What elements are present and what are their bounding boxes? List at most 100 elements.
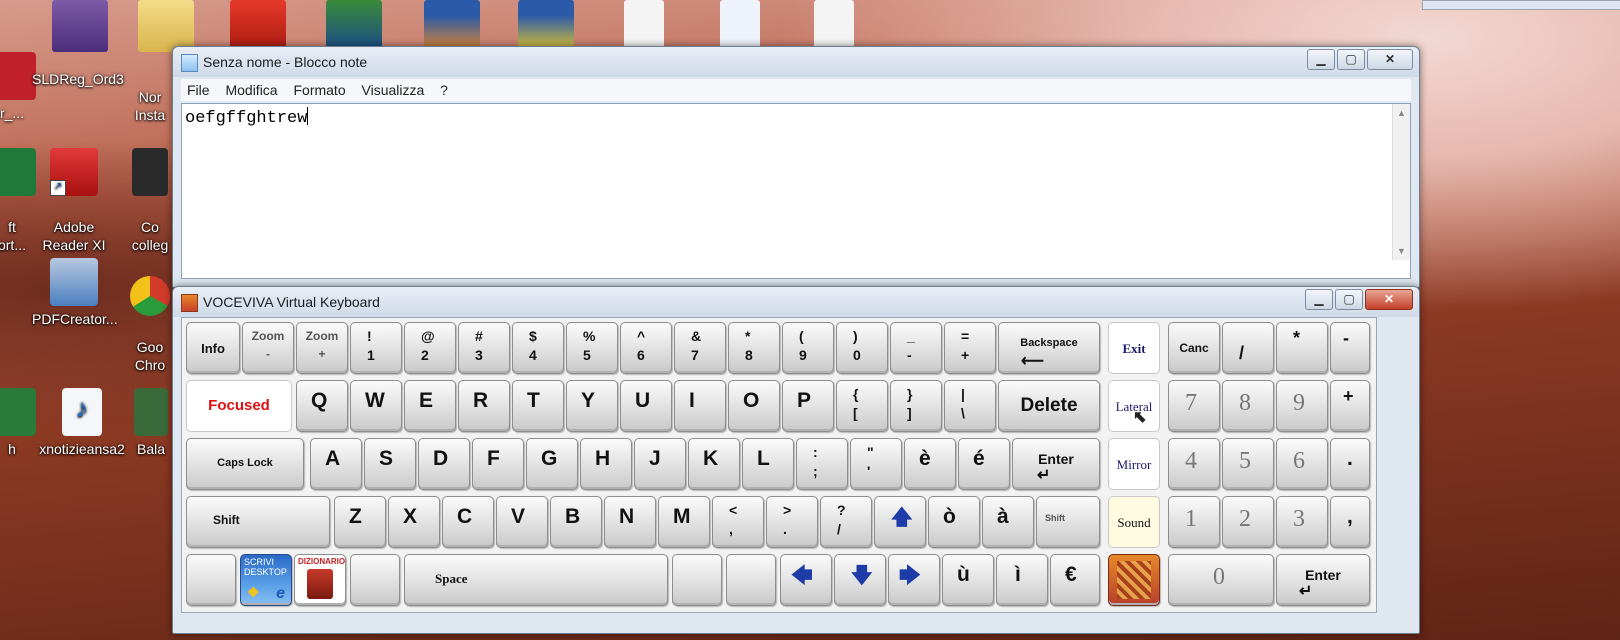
menu-formato[interactable]: Formato: [287, 79, 351, 98]
key-blank-3[interactable]: [672, 554, 722, 606]
key-i[interactable]: I: [674, 380, 726, 432]
key-mirror[interactable]: Mirror: [1108, 438, 1160, 490]
key-o-grave[interactable]: ò: [928, 496, 980, 548]
maximize-button[interactable]: ▢: [1337, 49, 1365, 70]
key-focused[interactable]: Focused: [186, 380, 292, 432]
key-o[interactable]: O: [728, 380, 780, 432]
maximize-button[interactable]: ▢: [1335, 289, 1363, 310]
key-u-grave[interactable]: ù: [942, 554, 994, 606]
desktop-icon-norton[interactable]: Nor Insta: [120, 52, 180, 123]
key-num-8[interactable]: 8: [1222, 380, 1274, 432]
key-dizionario[interactable]: DIZIONARIO: [294, 554, 346, 606]
desktop-top-icon-folder[interactable]: [138, 0, 194, 52]
key-num-comma[interactable]: ,: [1330, 496, 1370, 548]
key-c[interactable]: C: [442, 496, 494, 548]
key-s[interactable]: S: [364, 438, 416, 490]
key-question[interactable]: ? /: [820, 496, 872, 548]
menu-modifica[interactable]: Modifica: [219, 79, 283, 98]
notepad-text-area[interactable]: oefgffghtrew ▲ ▼: [181, 103, 1411, 279]
desktop-icon-xnotizieansa2[interactable]: ♪ xnotizieansa2: [32, 388, 132, 458]
key-2[interactable]: @2: [404, 322, 456, 374]
key-num-6[interactable]: 6: [1276, 438, 1328, 490]
key-zoom-plus[interactable]: Zoom +: [296, 322, 348, 374]
key-greater-than[interactable]: >.: [766, 496, 818, 548]
key-exit[interactable]: Exit: [1108, 322, 1160, 374]
key-zoom-minus[interactable]: Zoom -: [242, 322, 294, 374]
key-r[interactable]: R: [458, 380, 510, 432]
key-num-5[interactable]: 5: [1222, 438, 1274, 490]
key-e-acute[interactable]: é: [958, 438, 1010, 490]
key-t[interactable]: T: [512, 380, 564, 432]
key-4[interactable]: $4: [512, 322, 564, 374]
key-3[interactable]: #3: [458, 322, 510, 374]
key-info[interactable]: Info: [186, 322, 240, 374]
key-arrow-up[interactable]: 🡅: [874, 496, 926, 548]
key-lateral[interactable]: Lateral ⬉: [1108, 380, 1160, 432]
key-d[interactable]: D: [418, 438, 470, 490]
key-p[interactable]: P: [782, 380, 834, 432]
key-f[interactable]: F: [472, 438, 524, 490]
desktop-top-icon-winrar[interactable]: [52, 0, 108, 52]
key-1[interactable]: ! 1: [350, 322, 402, 374]
key-num-enter[interactable]: Enter ↵: [1276, 554, 1370, 606]
scroll-up-arrow-icon[interactable]: ▲: [1397, 108, 1406, 118]
key-i-grave[interactable]: ì: [996, 554, 1048, 606]
desktop-top-icon-voceviva-1[interactable]: [424, 0, 480, 52]
key-x[interactable]: X: [388, 496, 440, 548]
key-num-9[interactable]: 9: [1276, 380, 1328, 432]
key-caps-lock[interactable]: Caps Lock: [186, 438, 304, 490]
key-num-7[interactable]: 7: [1168, 380, 1220, 432]
key-j[interactable]: J: [634, 438, 686, 490]
key-num-0[interactable]: 0: [1168, 554, 1274, 606]
desktop-icon-bala[interactable]: Bala: [126, 388, 176, 458]
key-h[interactable]: H: [580, 438, 632, 490]
key-num-1[interactable]: 1: [1168, 496, 1220, 548]
key-blank-1[interactable]: [186, 554, 236, 606]
key-shift[interactable]: Shift: [186, 496, 330, 548]
key-num-2[interactable]: 2: [1222, 496, 1274, 548]
key-6[interactable]: ^ 6: [620, 322, 672, 374]
key-arrow-right[interactable]: 🡆: [888, 554, 940, 606]
key-arrow-left[interactable]: 🡄: [780, 554, 832, 606]
key-9[interactable]: (9: [782, 322, 834, 374]
key-backslash[interactable]: | \: [944, 380, 996, 432]
desktop-icon-collegamento[interactable]: Co colleg: [120, 130, 180, 254]
key-minus[interactable]: _ -: [890, 322, 942, 374]
key-voceviva-logo[interactable]: [1108, 554, 1160, 606]
key-a[interactable]: A: [310, 438, 362, 490]
vertical-scrollbar[interactable]: ▲ ▼: [1392, 104, 1410, 260]
key-g[interactable]: G: [526, 438, 578, 490]
key-m[interactable]: M: [658, 496, 710, 548]
key-canc[interactable]: Canc: [1168, 322, 1220, 374]
key-delete[interactable]: Delete: [998, 380, 1100, 432]
key-backspace[interactable]: Backspace ⟵: [998, 322, 1100, 374]
menu-visualizza[interactable]: Visualizza: [356, 79, 431, 98]
key-quote[interactable]: " ': [850, 438, 902, 490]
key-blank-2[interactable]: [350, 554, 400, 606]
close-button[interactable]: ✕: [1365, 289, 1413, 310]
minimize-button[interactable]: ▁: [1307, 49, 1335, 70]
key-space[interactable]: Space: [404, 554, 668, 606]
desktop-icon-adobe-reader[interactable]: ↗ Adobe Reader XI: [32, 130, 116, 254]
key-num-star[interactable]: *: [1276, 322, 1328, 374]
desktop-top-icon-filezilla[interactable]: [230, 0, 286, 52]
key-less-than[interactable]: <,: [712, 496, 764, 548]
key-num-dot[interactable]: .: [1330, 438, 1370, 490]
desktop-top-icon-audio[interactable]: [720, 0, 760, 52]
key-arrow-down[interactable]: 🡇: [834, 554, 886, 606]
key-b[interactable]: B: [550, 496, 602, 548]
key-num-3[interactable]: 3: [1276, 496, 1328, 548]
minimize-button[interactable]: ▁: [1305, 289, 1333, 310]
key-sound[interactable]: Sound: [1108, 496, 1160, 548]
key-num-slash[interactable]: /: [1222, 322, 1274, 374]
key-scrivi-desktop[interactable]: SCRIVI DESKTOP ❖ e: [240, 554, 292, 606]
key-y[interactable]: Y: [566, 380, 618, 432]
key-equals[interactable]: = +: [944, 322, 996, 374]
key-n[interactable]: N: [604, 496, 656, 548]
key-semicolon[interactable]: :;: [796, 438, 848, 490]
key-k[interactable]: K: [688, 438, 740, 490]
key-e[interactable]: E: [404, 380, 456, 432]
menu-file[interactable]: File: [181, 79, 216, 98]
key-e-grave[interactable]: è: [904, 438, 956, 490]
key-num-plus[interactable]: +: [1330, 380, 1370, 432]
